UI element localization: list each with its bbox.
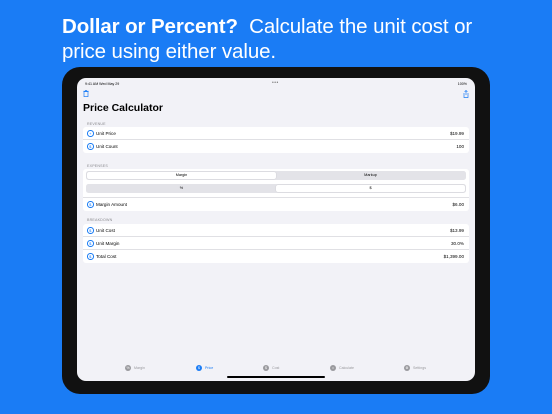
dollar-icon: $ [87, 143, 94, 150]
tab-margin[interactable]: % Margin [125, 365, 145, 371]
tab-settings-label: Settings [413, 365, 426, 370]
unit-price-label: Unit Price [96, 131, 116, 136]
tab-settings[interactable]: ⚙ Settings [404, 365, 426, 371]
unit-price-value[interactable]: $19.99 [450, 131, 464, 136]
percent-icon: % [125, 365, 131, 371]
status-bar: 9:41 AM Wed May 29 ••• 100% [77, 78, 475, 88]
margin-markup-segmented: Margin Markup [86, 171, 466, 180]
dollar-icon: $ [87, 227, 94, 234]
total-cost-value: $1,399.00 [443, 254, 464, 259]
tab-margin-label: Margin [134, 365, 145, 370]
unit-count-label: Unit Count [96, 144, 118, 149]
unit-count-value[interactable]: 100 [456, 144, 464, 149]
tab-cost[interactable]: $ Cost [263, 365, 279, 371]
headline-bold: Dollar or Percent? [62, 15, 238, 38]
total-cost-label: Total Cost [96, 254, 117, 259]
battery-indicator: 100% [457, 81, 467, 86]
unit-margin-label: Unit Margin [96, 241, 120, 246]
percent-dollar-segmented: % $ [86, 184, 466, 193]
dollar-icon: $ [87, 240, 94, 247]
status-time: 9:41 AM Wed May 29 [85, 81, 120, 86]
segment-margin[interactable]: Margin [87, 171, 276, 180]
headline: Dollar or Percent? Calculate the unit co… [62, 14, 502, 64]
unit-cost-row[interactable]: $ Unit Cost $13.99 [83, 224, 469, 237]
unit-cost-label: Unit Cost [96, 228, 115, 233]
unit-count-row[interactable]: $ Unit Count 100 [83, 140, 469, 153]
share-icon[interactable] [463, 90, 469, 100]
app-screen: 9:41 AM Wed May 29 ••• 100% Price Calcul… [77, 78, 475, 381]
unit-price-row[interactable]: + Unit Price $19.99 [83, 127, 469, 140]
tab-calculate-label: Calculate [339, 365, 354, 370]
segment-percent[interactable]: % [87, 185, 276, 192]
multitask-dots-icon[interactable]: ••• [272, 80, 279, 86]
margin-amount-label: Margin Amount [96, 202, 127, 207]
margin-amount-value[interactable]: $6.00 [453, 202, 465, 207]
revenue-group: + Unit Price $19.99 $ Unit Count 100 [83, 127, 469, 153]
tab-bar: % Margin $ Price $ Cost = Calculate ⚙ Setting… [77, 357, 475, 381]
gear-icon: ⚙ [404, 365, 410, 371]
segment-markup[interactable]: Markup [276, 172, 465, 179]
total-cost-row[interactable]: $ Total Cost $1,399.00 [83, 250, 469, 263]
tab-price-label: Price [205, 365, 214, 370]
tab-calculate[interactable]: = Calculate [330, 365, 354, 371]
segment-dollar[interactable]: $ [276, 184, 465, 193]
calculator-icon: = [330, 365, 336, 371]
home-indicator[interactable] [227, 375, 325, 378]
dollar-icon: $ [87, 201, 94, 208]
page-title: Price Calculator [83, 102, 163, 114]
tag-icon: $ [196, 365, 202, 371]
unit-cost-value: $13.99 [449, 228, 464, 233]
tab-price[interactable]: $ Price [196, 365, 213, 371]
tab-cost-label: Cost [272, 365, 280, 370]
plus-icon: + [87, 130, 94, 137]
cost-icon: $ [263, 365, 269, 371]
margin-amount-row[interactable]: $ Margin Amount $6.00 [83, 198, 469, 211]
breakdown-group: $ Unit Cost $13.99 $ Unit Margin 30.0% $… [83, 224, 469, 263]
dollar-icon: $ [87, 253, 94, 260]
trash-icon[interactable] [83, 90, 89, 99]
unit-margin-value: 30.0% [450, 241, 464, 246]
section-label-expenses: EXPENSES [87, 164, 108, 168]
section-label-breakdown: BREAKDOWN [87, 218, 113, 222]
unit-margin-row[interactable]: $ Unit Margin 30.0% [83, 237, 469, 250]
section-label-revenue: REVENUE [87, 122, 106, 126]
